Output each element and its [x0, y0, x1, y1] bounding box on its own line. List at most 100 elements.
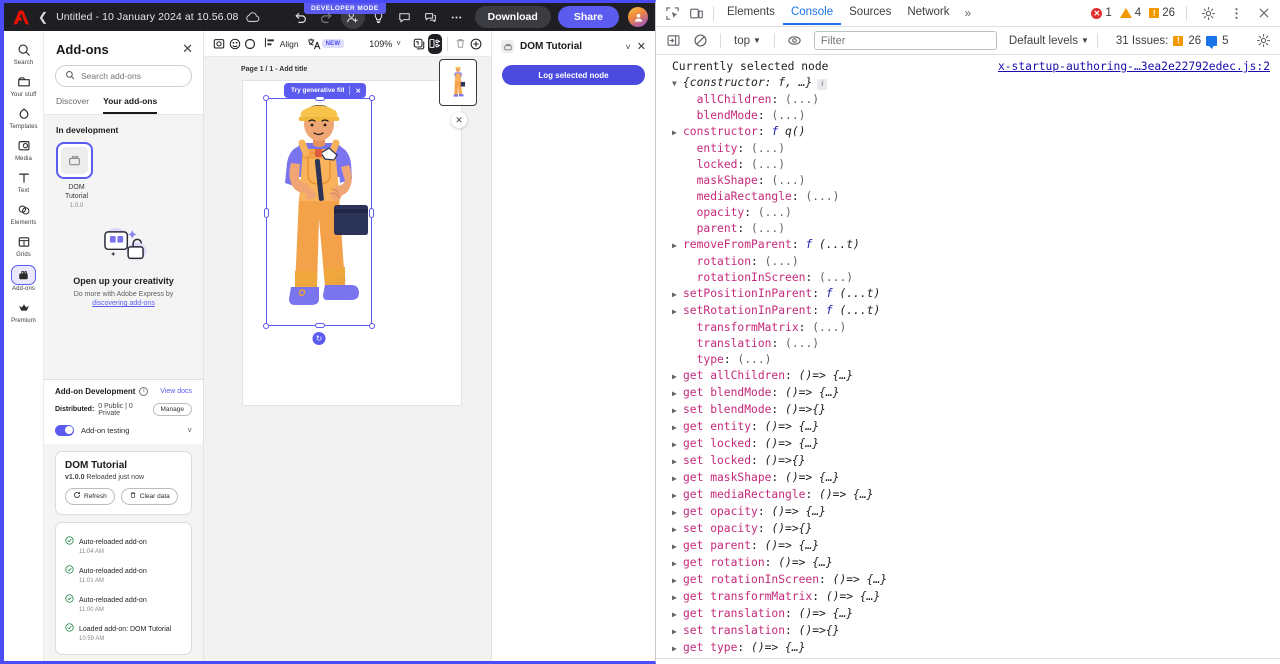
refresh-button[interactable]: Refresh: [65, 487, 115, 505]
expand-arrow-right-icon[interactable]: [672, 125, 683, 141]
sidebar-item-addons[interactable]: Add-ons: [5, 262, 43, 294]
remove-background-icon[interactable]: [228, 34, 243, 54]
console-property-row[interactable]: get rotation: ()=> {…}: [656, 555, 1280, 572]
console-property-row[interactable]: entity: (...): [656, 141, 1280, 157]
expand-arrow-right-icon[interactable]: [672, 454, 683, 470]
console-property-row[interactable]: get transformMatrix: ()=> {…}: [656, 589, 1280, 606]
console-property-row[interactable]: removeFromParent: f (...t): [656, 237, 1280, 254]
resize-handle-left[interactable]: [264, 208, 269, 218]
tab-console[interactable]: Console: [782, 2, 842, 25]
console-property-row[interactable]: get parent: ()=> {…}: [656, 538, 1280, 555]
addon-testing-toggle[interactable]: [55, 424, 74, 436]
console-property-row[interactable]: set blendMode: ()=>{}: [656, 402, 1280, 419]
search-addons-input[interactable]: [55, 65, 192, 87]
inspect-element-icon[interactable]: [660, 2, 684, 24]
console-property-row[interactable]: get rotationInScreen: ()=> {…}: [656, 572, 1280, 589]
add-page-icon[interactable]: [468, 34, 483, 54]
chat-icon[interactable]: [419, 5, 443, 29]
canvas-area[interactable]: Page 1 / 1 - Add title Try generative fi…: [204, 57, 491, 661]
console-property-row[interactable]: translation: (...): [656, 336, 1280, 352]
expand-arrow-down-icon[interactable]: [672, 76, 683, 92]
console-property-row[interactable]: type: (...): [656, 352, 1280, 368]
close-icon[interactable]: ✕: [182, 41, 193, 57]
console-property-row[interactable]: rotationInScreen: (...): [656, 270, 1280, 286]
tab-discover[interactable]: Discover: [56, 96, 89, 114]
console-filter-input[interactable]: [813, 31, 997, 50]
console-property-row[interactable]: maskShape: (...): [656, 173, 1280, 189]
chevron-down-icon[interactable]: ˅: [187, 426, 192, 435]
expand-arrow-right-icon[interactable]: [672, 590, 683, 606]
info-count[interactable]: ! 26: [1147, 7, 1177, 19]
resize-handle-top[interactable]: [315, 96, 325, 101]
console-property-row[interactable]: setRotationInParent: f (...t): [656, 303, 1280, 320]
close-devtools-icon[interactable]: [1252, 2, 1276, 24]
expand-arrow-right-icon[interactable]: [672, 420, 683, 436]
expand-arrow-right-icon[interactable]: [672, 573, 683, 589]
resize-handle-bl[interactable]: [263, 323, 269, 329]
expand-arrow-right-icon[interactable]: [672, 304, 683, 320]
tab-elements[interactable]: Elements: [719, 2, 783, 25]
tab-network[interactable]: Network: [899, 2, 957, 25]
sidebar-item-your-stuff[interactable]: Your stuff: [5, 70, 43, 100]
expand-arrow-right-icon[interactable]: [672, 624, 683, 640]
console-property-row[interactable]: transformMatrix: (...): [656, 320, 1280, 336]
expand-arrow-right-icon[interactable]: [672, 607, 683, 623]
manage-button[interactable]: Manage: [152, 403, 192, 417]
resize-handle-tr[interactable]: [369, 95, 375, 101]
console-output[interactable]: Currently selected node x-startup-author…: [656, 55, 1280, 658]
duplicate-page-icon[interactable]: [412, 34, 427, 54]
console-sidebar-toggle-icon[interactable]: [661, 30, 685, 52]
console-property-row[interactable]: setPositionInParent: f (...t): [656, 286, 1280, 303]
log-selected-node-button[interactable]: Log selected node: [502, 65, 645, 85]
addon-tile-dom-tutorial[interactable]: [56, 142, 93, 179]
sidebar-item-media[interactable]: Media: [5, 134, 43, 164]
expand-arrow-right-icon[interactable]: [672, 287, 683, 303]
expand-arrow-right-icon[interactable]: [672, 386, 683, 402]
console-property-row[interactable]: get type: ()=> {…}: [656, 640, 1280, 657]
clear-data-button[interactable]: Clear data: [120, 487, 178, 505]
console-property-row[interactable]: [[Prototype]]: Object: [656, 657, 1280, 658]
console-property-row[interactable]: opacity: (...): [656, 205, 1280, 221]
console-prompt-area[interactable]: [656, 658, 1280, 664]
console-property-row[interactable]: get mediaRectangle: ()=> {…}: [656, 487, 1280, 504]
info-icon[interactable]: i: [139, 386, 149, 396]
rotate-handle[interactable]: ↻: [312, 332, 326, 345]
resize-handle-br[interactable]: [369, 323, 375, 329]
console-property-row[interactable]: get maskShape: ()=> {…}: [656, 470, 1280, 487]
sidebar-item-templates[interactable]: Templates: [5, 102, 43, 132]
view-docs-link[interactable]: View docs: [160, 388, 192, 395]
console-settings-gear-icon[interactable]: [1256, 33, 1275, 48]
sidebar-item-premium[interactable]: Premium: [5, 296, 43, 326]
error-count[interactable]: ✕ 1: [1089, 7, 1113, 19]
clear-console-icon[interactable]: [688, 30, 712, 52]
expand-arrow-right-icon[interactable]: [672, 522, 683, 538]
console-property-row[interactable]: get opacity: ()=> {…}: [656, 504, 1280, 521]
generative-fill-pill[interactable]: Try generative fill ✕: [284, 83, 366, 98]
download-button[interactable]: Download: [474, 6, 551, 28]
warning-count[interactable]: 4: [1118, 7, 1143, 19]
selection-box[interactable]: ↻: [263, 95, 375, 345]
expand-arrow-right-icon[interactable]: [672, 556, 683, 572]
share-button[interactable]: Share: [557, 6, 619, 28]
sidebar-item-grids[interactable]: Grids: [5, 230, 43, 260]
console-property-row[interactable]: parent: (...): [656, 221, 1280, 237]
shape-mask-icon[interactable]: [243, 34, 258, 54]
console-property-row[interactable]: set opacity: ()=>{}: [656, 521, 1280, 538]
console-property-row[interactable]: get allChildren: ()=> {…}: [656, 368, 1280, 385]
execution-context-select[interactable]: top ▼: [729, 35, 766, 47]
sidebar-item-text[interactable]: Text: [5, 166, 43, 196]
page-thumbnail[interactable]: [439, 59, 477, 106]
info-badge-icon[interactable]: i: [817, 78, 828, 90]
redo-icon[interactable]: [315, 5, 339, 29]
console-property-row[interactable]: blendMode: (...): [656, 108, 1280, 124]
expand-arrow-right-icon[interactable]: [672, 471, 683, 487]
resize-handle-right[interactable]: [369, 208, 374, 218]
console-property-row[interactable]: constructor: f q(): [656, 124, 1280, 141]
sidebar-item-search[interactable]: Search: [5, 38, 43, 68]
more-tabs-icon[interactable]: »: [958, 6, 979, 20]
chevron-down-icon[interactable]: ˅: [626, 42, 631, 52]
expand-arrow-right-icon[interactable]: [672, 238, 683, 254]
log-levels-select[interactable]: Default levels ▼: [1009, 35, 1089, 47]
gear-icon[interactable]: [1196, 2, 1220, 24]
avatar[interactable]: [628, 7, 648, 27]
